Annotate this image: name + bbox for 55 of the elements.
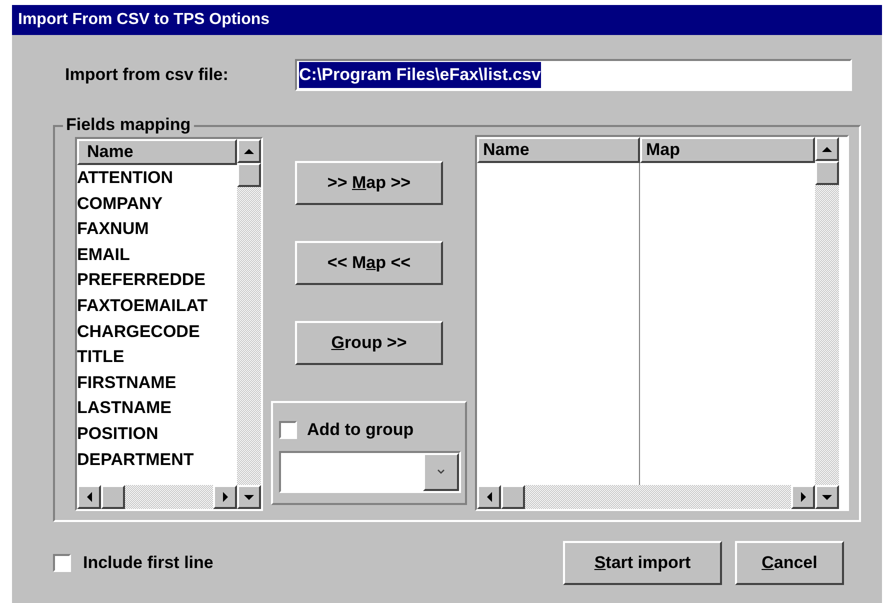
scroll-thumb[interactable]	[501, 485, 525, 509]
up-arrow-icon	[244, 148, 254, 154]
map-button[interactable]: Group >>	[295, 321, 443, 365]
checkbox-label: Include first line	[83, 552, 214, 574]
field-value: C:\Program Files\eFax\list.csv	[299, 62, 541, 88]
scroll-arrow-button[interactable]	[815, 485, 839, 509]
list-item[interactable]: POSITION	[77, 420, 237, 447]
up-arrow-icon	[822, 146, 832, 152]
column-header[interactable]: Name	[77, 139, 237, 165]
checkbox-label: Add to group	[307, 419, 414, 441]
scroll-arrow-button[interactable]	[237, 139, 261, 163]
scroll-thumb[interactable]	[815, 161, 839, 185]
list-item[interactable]: DEPARTMENT	[77, 446, 237, 472]
scroll-thumb[interactable]	[101, 485, 125, 509]
dialog-button[interactable]: Start import	[563, 541, 722, 585]
list-item[interactable]: EMAIL	[77, 242, 237, 268]
list-item[interactable]: COMPANY	[77, 190, 237, 216]
right-arrow-icon	[222, 492, 228, 502]
list-item[interactable]: ATTENTION	[77, 165, 237, 191]
vertical-scrollbar[interactable]	[815, 137, 839, 485]
chevron-down-icon	[437, 469, 445, 474]
scroll-arrow-button[interactable]	[791, 485, 815, 509]
horizontal-scrollbar[interactable]	[477, 485, 815, 509]
down-arrow-icon	[822, 494, 832, 500]
list-item[interactable]: FAXTOEMAILAT	[77, 292, 237, 319]
horizontal-scrollbar[interactable]	[77, 485, 237, 509]
list-item[interactable]: FAXNUM	[77, 216, 237, 242]
window-title: Import From CSV to TPS Options	[18, 10, 270, 30]
left-arrow-icon	[486, 492, 492, 502]
column-header[interactable]: Name	[477, 137, 640, 163]
file-path-field[interactable]: C:\Program Files\eFax\list.csv	[295, 59, 852, 91]
left-arrow-icon	[86, 492, 92, 502]
scroll-thumb[interactable]	[237, 163, 261, 187]
list-item[interactable]: TITLE	[77, 344, 237, 370]
list-item[interactable]: FIRSTNAME	[77, 370, 237, 396]
field-label: Import from csv file:	[65, 64, 230, 86]
vertical-scrollbar[interactable]	[237, 139, 261, 485]
scroll-arrow-button[interactable]	[213, 485, 237, 509]
right-arrow-icon	[800, 492, 806, 502]
scroll-arrow-button[interactable]	[815, 137, 839, 161]
map-button[interactable]: >> Map >>	[295, 161, 443, 205]
list-item[interactable]: LASTNAME	[77, 395, 237, 421]
scroll-arrow-button[interactable]	[237, 485, 261, 509]
checkbox[interactable]	[53, 554, 71, 572]
group-dropdown[interactable]	[279, 450, 461, 492]
scroll-arrow-button[interactable]	[477, 485, 501, 509]
list-item[interactable]: PREFERREDDE	[77, 267, 237, 293]
list-item[interactable]: CHARGECODE	[77, 318, 237, 344]
down-arrow-icon	[244, 494, 254, 500]
column-header[interactable]: Map	[640, 137, 815, 163]
dropdown-button[interactable]	[423, 452, 459, 490]
scroll-arrow-button[interactable]	[77, 485, 101, 509]
map-button[interactable]: << Map <<	[295, 241, 443, 285]
checkbox[interactable]	[279, 420, 297, 439]
dialog-button[interactable]: Cancel	[735, 541, 844, 585]
